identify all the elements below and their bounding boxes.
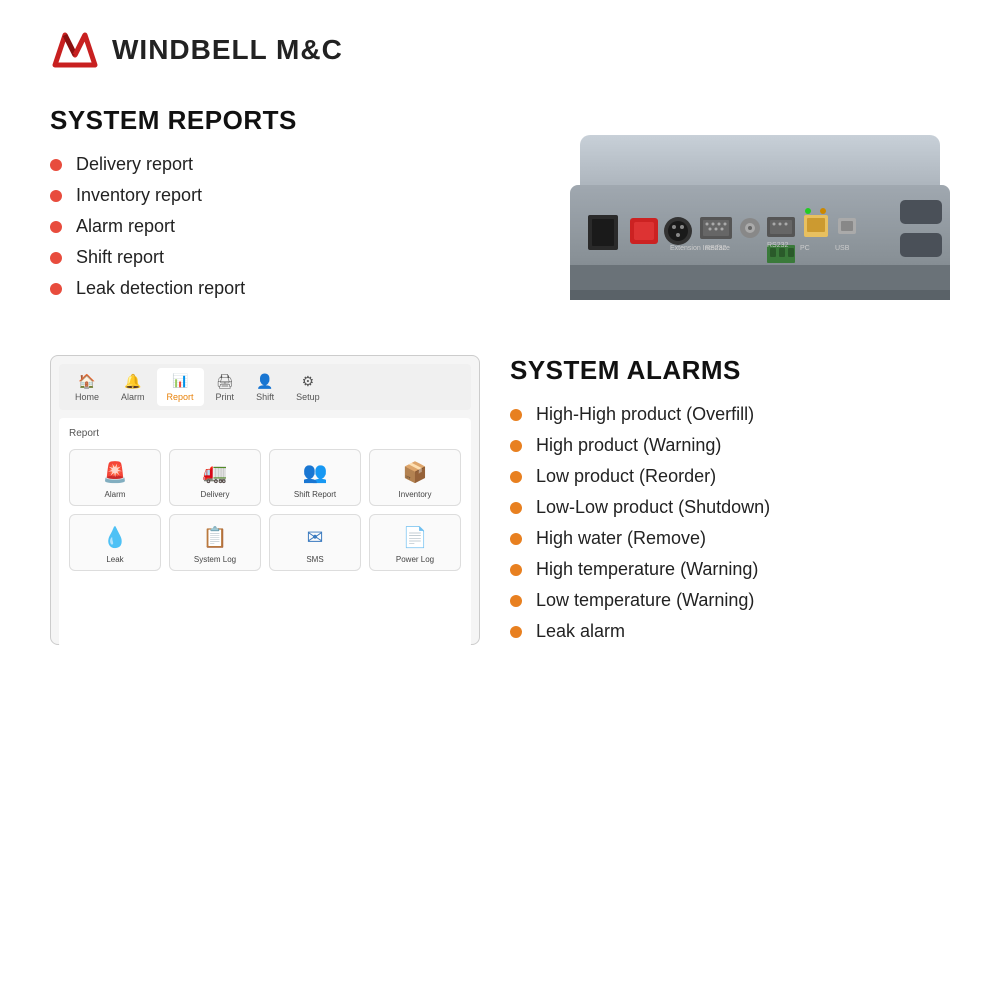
bullet-dot <box>50 190 62 202</box>
shift-nav-icon: 👤 <box>256 372 274 390</box>
logo-area: WINDBELL M&C <box>50 30 950 70</box>
systemlog-icon: 📋 <box>199 523 231 551</box>
report-section-label: Report <box>69 428 461 439</box>
ui-content: Report 🚨 Alarm 🚛 Delivery 👥 Shift Report <box>59 418 471 648</box>
print-nav-icon: 🖨 <box>216 372 234 390</box>
bullet-dot <box>50 221 62 233</box>
nav-home[interactable]: 🏠 Home <box>65 368 109 406</box>
setup-nav-icon: ⚙ <box>299 372 317 390</box>
ui-alarm-button[interactable]: 🚨 Alarm <box>69 449 161 506</box>
ui-inventory-button[interactable]: 📦 Inventory <box>369 449 461 506</box>
svg-text:RS232: RS232 <box>705 245 727 252</box>
sms-icon: ✉ <box>299 523 331 551</box>
nav-setup[interactable]: ⚙ Setup <box>286 368 330 406</box>
alarms-title: SYSTEM ALARMS <box>510 355 950 386</box>
ui-sms-button[interactable]: ✉ SMS <box>269 514 361 571</box>
bullet-dot <box>50 159 62 171</box>
list-item: Low product (Reorder) <box>510 466 950 487</box>
list-item: High product (Warning) <box>510 435 950 456</box>
ui-powerlog-button[interactable]: 📄 Power Log <box>369 514 461 571</box>
nav-print[interactable]: 🖨 Print <box>206 368 245 406</box>
page: WINDBELL M&C SYSTEM REPORTS Delivery rep… <box>0 0 1000 1000</box>
bullet-dot <box>510 533 522 545</box>
nav-shift[interactable]: 👤 Shift <box>246 368 284 406</box>
alarm-icon: 🚨 <box>99 458 131 486</box>
delivery-icon: 🚛 <box>199 458 231 486</box>
svg-text:PC: PC <box>800 245 810 252</box>
logo-text: WINDBELL M&C <box>112 34 343 66</box>
bullet-dot <box>510 564 522 576</box>
list-item: Low temperature (Warning) <box>510 590 950 611</box>
leak-icon: 💧 <box>99 523 131 551</box>
home-icon: 🏠 <box>78 372 96 390</box>
list-item: High water (Remove) <box>510 528 950 549</box>
powerlog-icon: 📄 <box>399 523 431 551</box>
svg-text:USB: USB <box>835 245 850 252</box>
device-svg: Extension Interface RS232 RS232 <box>570 135 950 315</box>
list-item: Leak alarm <box>510 621 950 642</box>
system-reports: SYSTEM REPORTS Delivery report Inventory… <box>50 105 540 315</box>
bullet-dot <box>510 502 522 514</box>
list-item: Leak detection report <box>50 278 540 299</box>
list-item: Delivery report <box>50 154 540 175</box>
ui-shift-report-button[interactable]: 👥 Shift Report <box>269 449 361 506</box>
bullet-dot <box>50 283 62 295</box>
reports-list: Delivery report Inventory report Alarm r… <box>50 154 540 299</box>
nav-report[interactable]: 📊 Report <box>157 368 204 406</box>
top-section: SYSTEM REPORTS Delivery report Inventory… <box>50 105 950 315</box>
ui-delivery-button[interactable]: 🚛 Delivery <box>169 449 261 506</box>
ui-icons-grid: 🚨 Alarm 🚛 Delivery 👥 Shift Report 📦 Inve… <box>69 449 461 571</box>
bullet-dot <box>510 409 522 421</box>
reports-title: SYSTEM REPORTS <box>50 105 540 136</box>
system-alarms: SYSTEM ALARMS High-High product (Overfil… <box>510 355 950 652</box>
windbell-logo-icon <box>50 30 100 70</box>
alarm-nav-icon: 🔔 <box>124 372 142 390</box>
svg-text:RS232: RS232 <box>767 242 789 249</box>
list-item: High temperature (Warning) <box>510 559 950 580</box>
inventory-icon: 📦 <box>399 458 431 486</box>
nav-alarm[interactable]: 🔔 Alarm <box>111 368 155 406</box>
device-image: Extension Interface RS232 RS232 <box>570 135 950 315</box>
bullet-dot <box>50 252 62 264</box>
ui-nav: 🏠 Home 🔔 Alarm 📊 Report 🖨 Print 👤 <box>59 364 471 410</box>
list-item: Alarm report <box>50 216 540 237</box>
bullet-dot <box>510 626 522 638</box>
ui-systemlog-button[interactable]: 📋 System Log <box>169 514 261 571</box>
ui-leak-button[interactable]: 💧 Leak <box>69 514 161 571</box>
ui-screenshot: 🏠 Home 🔔 Alarm 📊 Report 🖨 Print 👤 <box>50 355 480 645</box>
report-nav-icon: 📊 <box>171 372 189 390</box>
bullet-dot <box>510 440 522 452</box>
bullet-dot <box>510 471 522 483</box>
bullet-dot <box>510 595 522 607</box>
list-item: Low-Low product (Shutdown) <box>510 497 950 518</box>
alarms-list: High-High product (Overfill) High produc… <box>510 404 950 642</box>
list-item: High-High product (Overfill) <box>510 404 950 425</box>
list-item: Shift report <box>50 247 540 268</box>
list-item: Inventory report <box>50 185 540 206</box>
bottom-section: 🏠 Home 🔔 Alarm 📊 Report 🖨 Print 👤 <box>50 355 950 652</box>
shift-report-icon: 👥 <box>299 458 331 486</box>
